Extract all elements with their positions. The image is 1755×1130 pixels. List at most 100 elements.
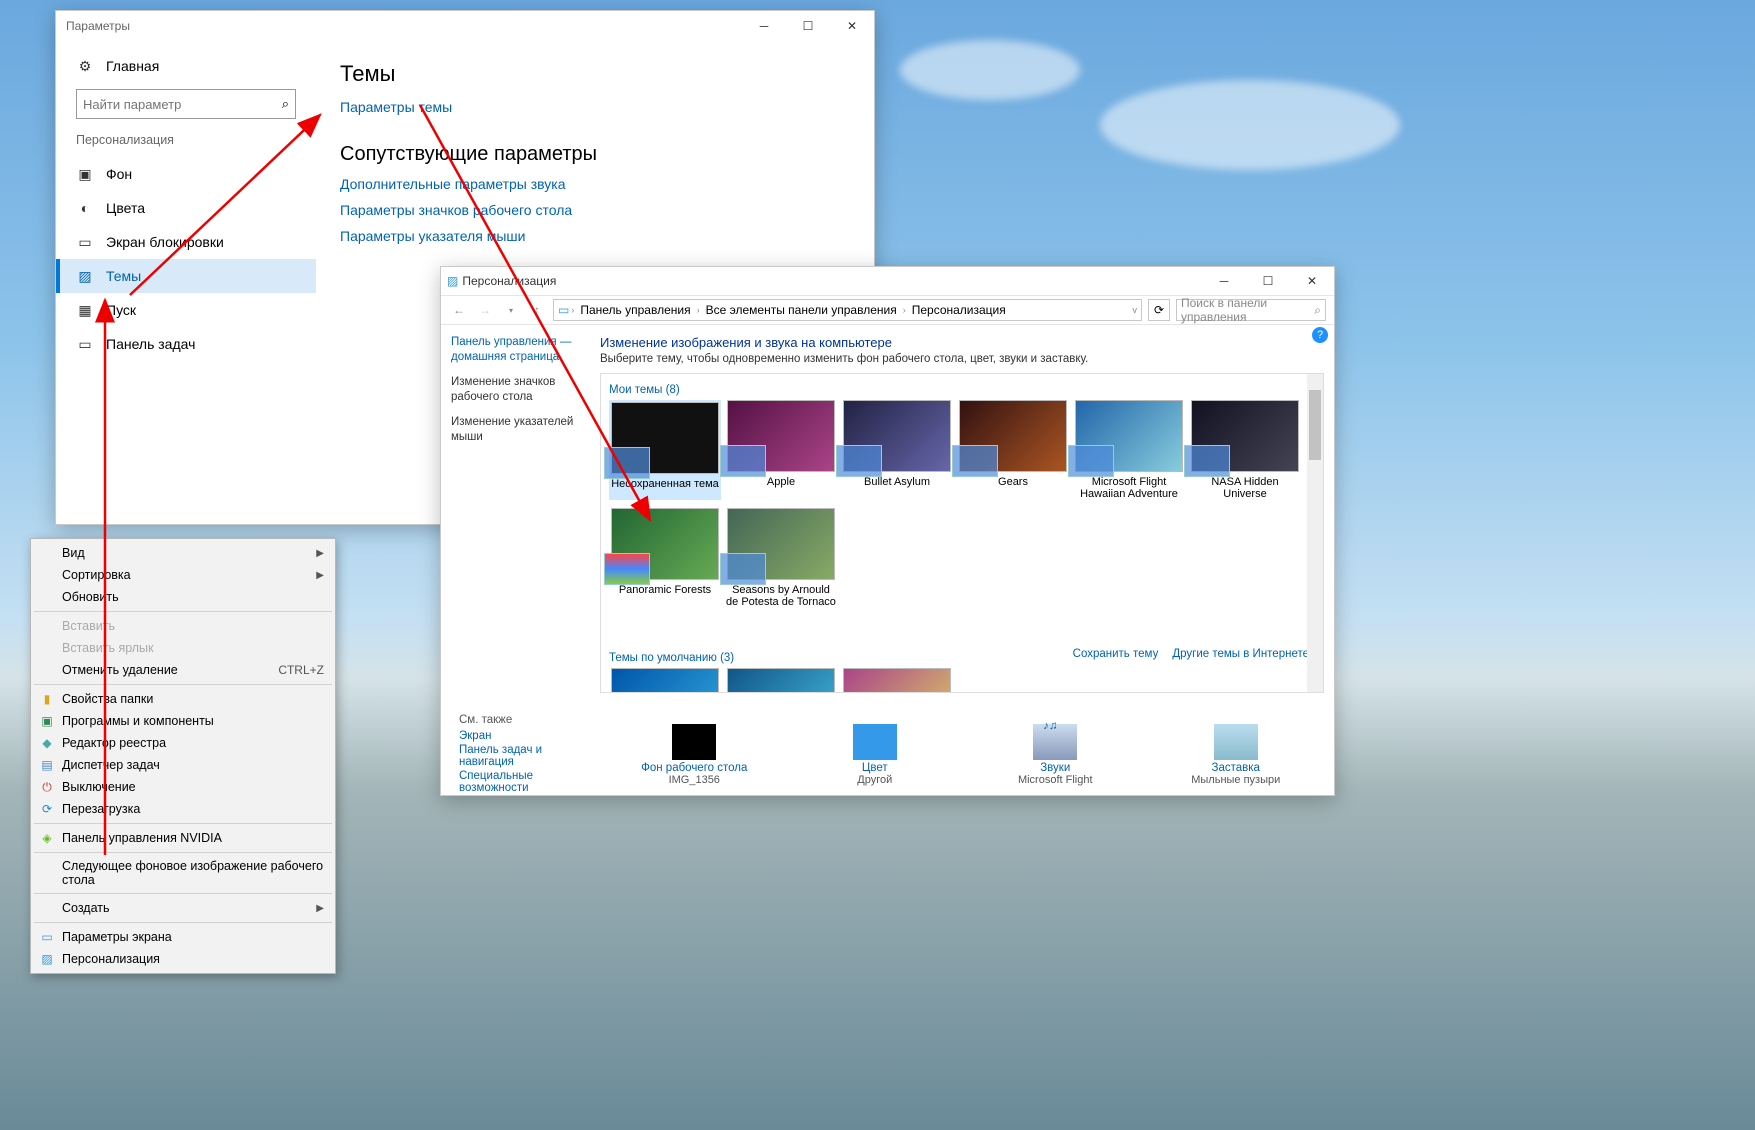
main-heading: Изменение изображения и звука на компьют… xyxy=(600,335,1324,350)
theme-default-1[interactable] xyxy=(609,668,721,693)
start-icon: ▦ xyxy=(76,301,94,319)
home-link[interactable]: ⚙ Главная xyxy=(56,53,316,89)
breadcrumb-all[interactable]: Все элементы панели управления xyxy=(702,303,901,317)
chevron-down-icon[interactable]: v xyxy=(1133,305,1138,315)
cloud-decoration xyxy=(900,40,1080,100)
footer-wallpaper[interactable]: Фон рабочего стола IMG_1356 xyxy=(619,724,769,786)
scrollbar[interactable] xyxy=(1307,374,1323,692)
maximize-button[interactable]: ☐ xyxy=(1246,267,1290,295)
menu-nvidia[interactable]: ◈Панель управления NVIDIA xyxy=(32,827,334,849)
link-save-theme[interactable]: Сохранить тему xyxy=(1073,648,1159,660)
sidebar-item-colors[interactable]: ◐ Цвета xyxy=(56,191,316,225)
menu-separator xyxy=(34,922,332,923)
footer-link-taskbar[interactable]: Панель задач и навигация xyxy=(459,744,594,768)
footer-link-display[interactable]: Экран xyxy=(459,730,594,742)
menu-regedit[interactable]: ◆Редактор реестра xyxy=(32,732,334,754)
close-button[interactable]: ✕ xyxy=(830,11,874,41)
sidebar-item-taskbar[interactable]: ▭ Панель задач xyxy=(56,327,316,361)
menu-taskmgr[interactable]: ▤Диспетчер задач xyxy=(32,754,334,776)
menu-next-wallpaper[interactable]: Следующее фоновое изображение рабочего с… xyxy=(32,856,334,890)
personalize-icon: ▨ xyxy=(38,951,56,967)
menu-sort[interactable]: Сортировка▶ xyxy=(32,564,334,586)
menu-paste-shortcut: Вставить ярлык xyxy=(32,637,334,659)
link-theme-settings[interactable]: Параметры темы xyxy=(340,99,850,115)
cube-icon: ◆ xyxy=(38,735,56,751)
breadcrumb[interactable]: ▭ › Панель управления › Все элементы пан… xyxy=(553,299,1142,321)
sidebar-item-themes[interactable]: ▨ Темы xyxy=(56,259,316,293)
chevron-right-icon: › xyxy=(571,305,574,315)
menu-undo-delete[interactable]: Отменить удалениеCTRL+Z xyxy=(32,659,334,681)
theme-gears[interactable]: Gears xyxy=(957,400,1069,500)
side-link-desktop-icons[interactable]: Изменение значков рабочего стола xyxy=(451,375,586,405)
monitor-icon: ▭ xyxy=(38,929,56,945)
nav-label: Фон xyxy=(106,166,132,182)
search-input[interactable]: ⌕ xyxy=(76,89,296,119)
theme-unsaved[interactable]: Несохраненная тема xyxy=(609,400,721,500)
breadcrumb-pers[interactable]: Персонализация xyxy=(908,303,1010,317)
menu-separator xyxy=(34,893,332,894)
section-label: Персонализация xyxy=(56,133,316,157)
menu-shutdown[interactable]: ⏻Выключение xyxy=(32,776,334,798)
theme-default-3[interactable] xyxy=(841,668,953,693)
cp-search-input[interactable]: Поиск в панели управления ⌕ xyxy=(1176,299,1326,321)
perso-sidebar: Панель управления — домашняя страница Из… xyxy=(441,325,596,715)
chevron-right-icon: ▶ xyxy=(316,903,324,914)
link-desktop-icons[interactable]: Параметры значков рабочего стола xyxy=(340,202,850,218)
maximize-button[interactable]: ☐ xyxy=(786,11,830,41)
palette-icon: ◐ xyxy=(76,199,94,217)
theme-apple[interactable]: Apple xyxy=(725,400,837,500)
lock-icon: ▭ xyxy=(76,233,94,251)
minimize-button[interactable]: ─ xyxy=(1202,267,1246,295)
sidebar-item-lockscreen[interactable]: ▭ Экран блокировки xyxy=(56,225,316,259)
menu-programs[interactable]: ▣Программы и компоненты xyxy=(32,710,334,732)
nav-toolbar: ← → ▾ ↑ ▭ › Панель управления › Все элем… xyxy=(441,295,1334,325)
footer-screensaver[interactable]: Заставка Мыльные пузыри xyxy=(1161,724,1311,786)
side-link-pointers[interactable]: Изменение указателей мыши xyxy=(451,415,586,445)
folder-icon: ▮ xyxy=(38,691,56,707)
perso-titlebar[interactable]: ▨ Персонализация ─ ☐ ✕ xyxy=(441,267,1334,295)
taskbar-icon: ▭ xyxy=(76,335,94,353)
footer-sounds[interactable]: ♪♫ Звуки Microsoft Flight xyxy=(980,724,1130,786)
minimize-button[interactable]: ─ xyxy=(742,11,786,41)
wallpaper-icon xyxy=(672,724,716,760)
menu-restart[interactable]: ⟳Перезагрузка xyxy=(32,798,334,820)
menu-view[interactable]: Вид▶ xyxy=(32,542,334,564)
theme-label: Panoramic Forests xyxy=(609,584,721,596)
menu-new[interactable]: Создать▶ xyxy=(32,897,334,919)
forward-button[interactable]: → xyxy=(475,300,495,320)
menu-personalize[interactable]: ▨Персонализация xyxy=(32,948,334,970)
theme-label: Bullet Asylum xyxy=(841,476,953,488)
link-sound-settings[interactable]: Дополнительные параметры звука xyxy=(340,176,850,192)
settings-titlebar[interactable]: Параметры ─ ☐ ✕ xyxy=(56,11,874,41)
refresh-button[interactable]: ⟳ xyxy=(1148,299,1170,321)
link-other-themes[interactable]: Другие темы в Интернете xyxy=(1172,648,1309,660)
window-icon: ▨ xyxy=(447,274,458,288)
perso-window-title: Персонализация xyxy=(462,274,556,288)
menu-separator xyxy=(34,684,332,685)
cloud-decoration xyxy=(1100,80,1400,170)
screensaver-icon xyxy=(1214,724,1258,760)
link-pointer[interactable]: Параметры указателя мыши xyxy=(340,228,850,244)
sidebar-item-start[interactable]: ▦ Пуск xyxy=(56,293,316,327)
footer-link-special[interactable]: Специальные возможности xyxy=(459,770,594,794)
theme-default-2[interactable] xyxy=(725,668,837,693)
menu-refresh[interactable]: Обновить xyxy=(32,586,334,608)
menu-folder-props[interactable]: ▮Свойства папки xyxy=(32,688,334,710)
theme-seasons[interactable]: Seasons by Arnould de Potesta de Tornaco xyxy=(725,508,837,608)
theme-flight[interactable]: Microsoft Flight Hawaiian Adventure xyxy=(1073,400,1185,500)
side-link-home[interactable]: Панель управления — домашняя страница xyxy=(451,335,586,365)
theme-nasa[interactable]: NASA Hidden Universe xyxy=(1189,400,1301,500)
close-button[interactable]: ✕ xyxy=(1290,267,1334,295)
menu-display-settings[interactable]: ▭Параметры экрана xyxy=(32,926,334,948)
theme-bullet[interactable]: Bullet Asylum xyxy=(841,400,953,500)
up-button[interactable]: ↑ xyxy=(527,300,547,320)
theme-forests[interactable]: Panoramic Forests xyxy=(609,508,721,608)
breadcrumb-cp[interactable]: Панель управления xyxy=(576,303,694,317)
footer-color[interactable]: Цвет Другой xyxy=(800,724,950,786)
search-field[interactable] xyxy=(83,97,282,112)
themes-scroll-area[interactable]: Мои темы (8) Несохраненная тема Apple Bu… xyxy=(600,373,1324,693)
nav-label: Панель задач xyxy=(106,336,195,352)
sidebar-item-background[interactable]: ▣ Фон xyxy=(56,157,316,191)
back-button[interactable]: ← xyxy=(449,300,469,320)
recent-dropdown[interactable]: ▾ xyxy=(501,300,521,320)
